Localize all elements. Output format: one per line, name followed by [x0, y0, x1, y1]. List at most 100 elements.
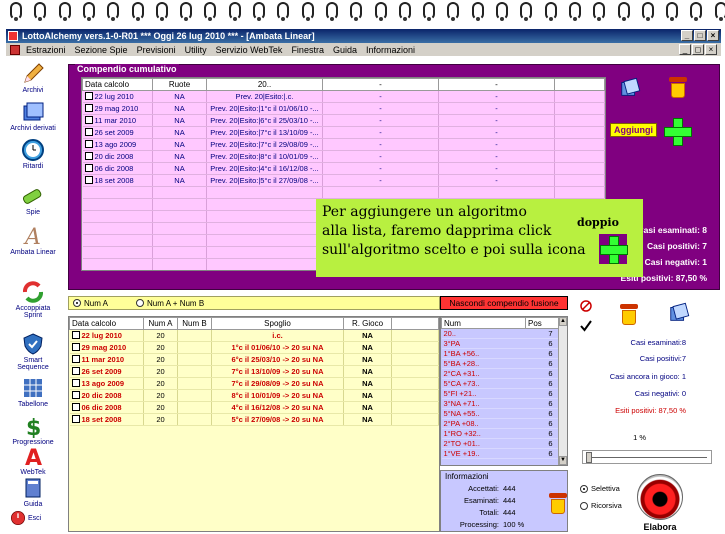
menu-informazioni[interactable]: Informazioni — [366, 45, 415, 55]
row-checkbox[interactable] — [84, 164, 93, 172]
col-empty-1[interactable]: - — [322, 78, 439, 91]
col-spoglio[interactable]: Spoglio — [211, 317, 344, 330]
menu-utility[interactable]: Utility — [185, 45, 207, 55]
row-checkbox[interactable] — [71, 415, 80, 423]
spoglio-grid[interactable]: Data calcolo Num A Num B Spoglio R. Gioc… — [68, 316, 440, 532]
list-item[interactable]: 1°RO +32.. 6 — [441, 428, 559, 439]
sidebar-item-esci[interactable]: Esci — [8, 510, 58, 526]
col-num-a[interactable]: Num A — [143, 317, 178, 330]
table-row[interactable]: 11 mar 2010 NA Prev. 20|Esito:|6°c il 25/0… — [82, 114, 605, 127]
row-checkbox[interactable] — [84, 116, 93, 124]
aggiungi-button[interactable]: Aggiungi — [610, 123, 657, 137]
list-item[interactable]: 2°CA +31.. 6 — [441, 368, 559, 379]
row-checkbox[interactable] — [71, 367, 80, 375]
table-row[interactable]: 18 set 2008 NA Prev. 20|Esito:|5°c il 27/0… — [82, 174, 605, 187]
elabora-button[interactable]: Elabora — [634, 474, 686, 532]
stop-icon[interactable] — [580, 300, 592, 312]
col-data-calcolo[interactable]: Data calcolo — [69, 317, 144, 330]
document-stack-icon[interactable] — [619, 77, 641, 99]
close-button[interactable]: × — [707, 30, 719, 41]
col-num[interactable]: Num — [441, 317, 526, 329]
radio-num-a[interactable]: Num A — [73, 299, 108, 308]
list-item[interactable]: 1°VE +19.. 6 — [441, 448, 559, 459]
table-row[interactable]: 06 dic 2008 NA Prev. 20|Esito:|4°c il 16/1… — [82, 162, 605, 175]
row-checkbox[interactable] — [71, 391, 80, 399]
table-row[interactable]: 26 set 2009 NA Prev. 20|Esito:|7°c il 13/1… — [82, 126, 605, 139]
row-checkbox[interactable] — [71, 331, 80, 339]
mdi-child-icon[interactable] — [10, 44, 20, 55]
col-ruote[interactable]: Ruote — [152, 78, 207, 91]
child-minimize-button[interactable]: _ — [679, 44, 691, 55]
table-row[interactable]: 20 dic 2008 20 8°c il 10/01/09 -> 20 su NA… — [69, 389, 439, 402]
row-checkbox[interactable] — [71, 379, 80, 387]
sidebar-item-archivi[interactable]: Archivi — [8, 62, 58, 94]
sidebar-item-smart-sequence[interactable]: Smart Sequence — [8, 332, 58, 371]
table-row[interactable]: 29 mag 2010 NA Prev. 20|Esito:|1°c il 01/0… — [82, 102, 605, 115]
col-20[interactable]: 20.. — [206, 78, 323, 91]
col-empty-2[interactable]: - — [438, 78, 555, 91]
row-checkbox[interactable] — [84, 176, 93, 184]
sidebar-item-ritardi[interactable]: Ritardi — [8, 138, 58, 170]
col-pos[interactable]: Pos — [525, 317, 559, 329]
sidebar-item-ambata-linear[interactable]: A Ambata Linear — [8, 224, 58, 256]
row-checkbox[interactable] — [84, 140, 93, 148]
list-item[interactable]: 5°CA +73.. 6 — [441, 378, 559, 389]
document-stack-icon[interactable] — [668, 302, 690, 324]
list-item[interactable]: 20.. 7 — [441, 328, 559, 339]
list-item[interactable]: 3°NA +71.. 6 — [441, 398, 559, 409]
window-titlebar[interactable]: LottoAlchemy vers.1-0-R01 *** Oggi 26 lu… — [6, 29, 721, 43]
child-restore-button[interactable]: ◻ — [692, 44, 704, 55]
hide-fusione-button[interactable]: Nascondi compendio fusione — [440, 296, 568, 310]
progress-slider[interactable] — [582, 450, 712, 464]
list-item[interactable]: 1°BA +56.. 6 — [441, 348, 559, 359]
col-r-gioco[interactable]: R. Gioco — [343, 317, 392, 330]
scroll-down-arrow[interactable]: ▼ — [559, 456, 567, 465]
menu-estrazioni[interactable]: Estrazioni — [26, 45, 66, 55]
menu-servizio-webtek[interactable]: Servizio WebTek — [216, 45, 283, 55]
slider-thumb[interactable] — [586, 452, 592, 463]
table-row[interactable]: 26 set 2009 20 7°c il 13/10/09 -> 20 su NA… — [69, 365, 439, 378]
table-row[interactable]: 13 ago 2009 NA Prev. 20|Esito:|7°c il 29/0… — [82, 138, 605, 151]
sidebar-item-webtek[interactable]: A WebTek — [8, 444, 58, 476]
fusione-grid[interactable]: Num Pos 20.. 7 3°PA 6 1°BA +56.. 6 5°BA +28.. 6… — [440, 316, 568, 466]
row-checkbox[interactable] — [71, 343, 80, 351]
menu-previsioni[interactable]: Previsioni — [137, 45, 176, 55]
list-item[interactable]: 5°FI +21.. 6 — [441, 388, 559, 399]
list-item[interactable]: 5°BA +28.. 6 — [441, 358, 559, 369]
row-checkbox[interactable] — [84, 92, 93, 100]
table-row[interactable]: 29 mag 2010 20 1°c il 01/06/10 -> 20 su NA… — [69, 341, 439, 354]
menu-sezione-spie[interactable]: Sezione Spie — [75, 45, 128, 55]
table-row[interactable]: 22 lug 2010 NA Prev. 20|Esito:|.c. - - — [82, 90, 605, 103]
table-row[interactable]: 22 lug 2010 20 i.c. NA — [69, 329, 439, 342]
table-row[interactable]: 13 ago 2009 20 7°c il 29/08/09 -> 20 su NA… — [69, 377, 439, 390]
row-checkbox[interactable] — [84, 128, 93, 136]
table-row[interactable]: 20 dic 2008 NA Prev. 20|Esito:|8°c il 10/0… — [82, 150, 605, 163]
row-checkbox[interactable] — [71, 403, 80, 411]
list-item[interactable]: 2°TO +01.. 6 — [441, 438, 559, 449]
row-checkbox[interactable] — [84, 104, 93, 112]
table-row[interactable]: 06 dic 2008 20 4°c il 16/12/08 -> 20 su NA… — [69, 401, 439, 414]
col-data-calcolo[interactable]: Data calcolo — [82, 78, 153, 91]
col-num-b[interactable]: Num B — [177, 317, 212, 330]
radio-num-a-b[interactable]: Num A + Num B — [136, 299, 204, 308]
sidebar-item-tabellone[interactable]: Tabellone — [8, 376, 58, 408]
delete-bin-icon[interactable] — [620, 304, 638, 326]
delete-bin-icon[interactable] — [669, 77, 687, 99]
row-checkbox[interactable] — [71, 355, 80, 363]
radio-selettiva[interactable]: Selettiva — [580, 484, 620, 493]
table-row[interactable]: 11 mar 2010 20 6°c il 25/03/10 -> 20 su NA… — [69, 353, 439, 366]
sidebar-item-accoppiata-sprint[interactable]: Accoppiata Sprint — [8, 280, 58, 319]
row-checkbox[interactable] — [84, 152, 93, 160]
menu-guida[interactable]: Guida — [333, 45, 357, 55]
checkmark-icon[interactable] — [580, 320, 592, 332]
sidebar-item-guida[interactable]: Guida — [8, 476, 58, 508]
scroll-up-arrow[interactable]: ▲ — [559, 317, 567, 326]
sidebar-item-spie[interactable]: Spie — [8, 184, 58, 216]
sidebar-item-progressione[interactable]: $ Progressione — [8, 414, 58, 446]
menu-finestra[interactable]: Finestra — [291, 45, 324, 55]
radio-ricorsiva[interactable]: Ricorsiva — [580, 501, 622, 510]
child-close-button[interactable]: × — [705, 44, 717, 55]
maximize-button[interactable]: □ — [694, 30, 706, 41]
minimize-button[interactable]: _ — [681, 30, 693, 41]
list-item[interactable]: 2°PA +08.. 6 — [441, 418, 559, 429]
